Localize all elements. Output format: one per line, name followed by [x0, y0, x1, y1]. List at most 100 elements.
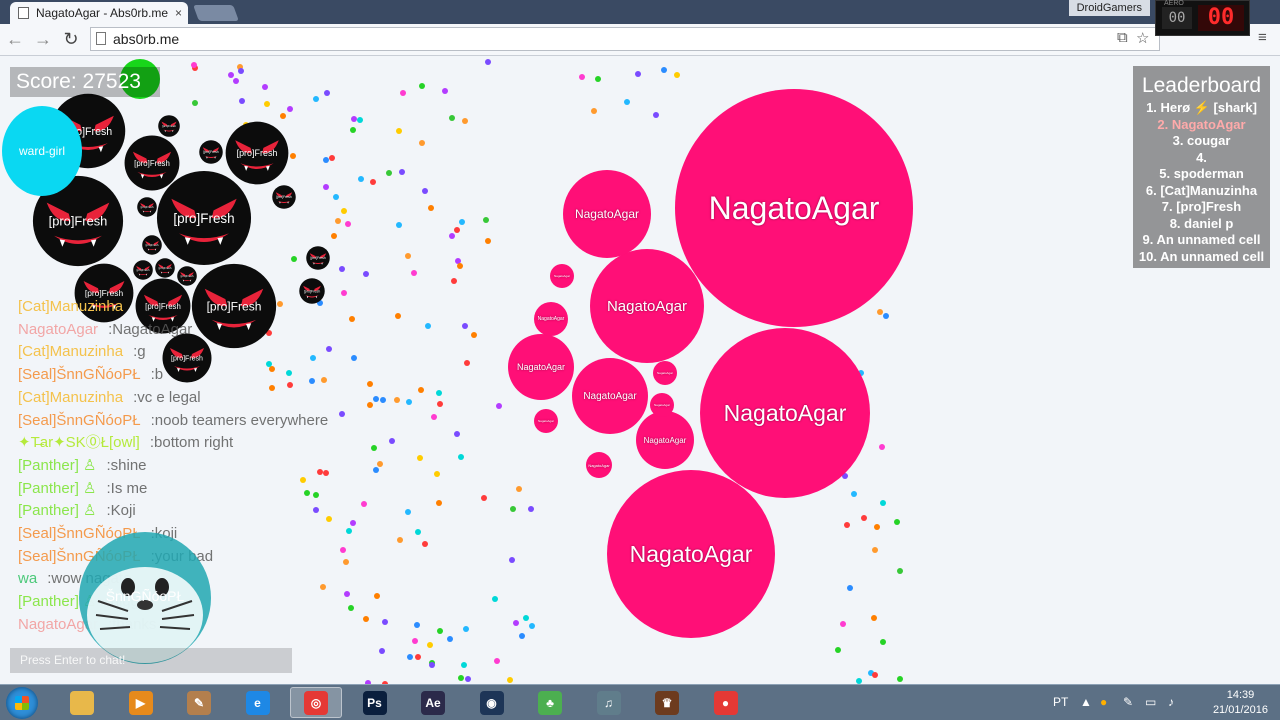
taskbar-app-audio[interactable]: ♫ [583, 687, 635, 718]
food-pellet [345, 221, 351, 227]
taskbar-app-game2[interactable]: ♛ [641, 687, 693, 718]
translate-icon[interactable]: ⧉ [1117, 29, 1128, 46]
food-pellet [264, 101, 270, 107]
enemy-cell: [pro]Fresh [142, 235, 162, 255]
food-pellet [436, 390, 442, 396]
food-pellet [485, 59, 491, 65]
tab-title: NagatoAgar - Abs0rb.me [36, 6, 169, 20]
language-indicator[interactable]: PT [1053, 695, 1068, 709]
enemy-cell-label: [pro]Fresh [134, 159, 170, 168]
food-pellet [579, 74, 585, 80]
forward-icon[interactable]: → [32, 28, 54, 50]
enemy-cell-label: [pro]Fresh [49, 214, 108, 229]
enemy-cell: [pro]Fresh [225, 121, 289, 185]
food-pellet [465, 676, 471, 682]
new-tab-button[interactable] [193, 5, 239, 21]
chat-text: :Koji [106, 502, 136, 520]
address-bar[interactable]: abs0rb.me [90, 27, 1160, 51]
volume-icon[interactable]: ♪ [1168, 695, 1174, 709]
clock[interactable]: 14:39 21/01/2016 [1213, 688, 1268, 718]
player-cell: NagatoAgar [650, 393, 674, 417]
food-pellet [897, 568, 903, 574]
food-pellet [437, 628, 443, 634]
cell-label: NagatoAgar [723, 399, 847, 426]
taskbar-app-media-player[interactable]: ▶ [115, 687, 167, 718]
enemy-cell-label: [pro]Fresh [310, 256, 325, 260]
tray-pen-icon[interactable]: ✎ [1123, 695, 1133, 709]
food-pellet [844, 522, 850, 528]
taskbar-app-paint[interactable]: ✎ [173, 687, 225, 718]
browser-toolbar: ← → ↻ abs0rb.me [0, 24, 1280, 56]
food-pellet [449, 115, 455, 121]
cell-label: NagatoAgar [588, 462, 610, 468]
cell-label: NagatoAgar [653, 403, 670, 407]
leaderboard-entry: 3. cougar [1172, 133, 1231, 148]
chat-sender: wa [18, 570, 38, 588]
leaderboard-entry: 7. [pro]Fresh [1161, 199, 1242, 214]
explorer-icon [70, 690, 94, 715]
chat-message: [Cat]Manuzinha [18, 296, 398, 319]
url-text: abs0rb.me [113, 31, 180, 47]
menu-icon[interactable]: ≡ [1258, 29, 1267, 46]
player-cell: NagatoAgar [636, 411, 694, 469]
cell-label: NagatoAgar [537, 419, 554, 423]
food-pellet [434, 471, 440, 477]
chat-message: [Cat]Manuzinha:vc e legal [18, 387, 398, 410]
enemy-cell-label: [pro]Fresh [159, 266, 172, 270]
food-pellet [363, 271, 369, 277]
tab-close-icon[interactable]: × [175, 2, 182, 24]
player-cell: NagatoAgar [653, 361, 677, 385]
start-button[interactable] [6, 687, 38, 719]
game-canvas[interactable]: [pro]Fresh [pro]Fresh [pro]Fresh [pro]Fresh… [0, 56, 1280, 684]
food-pellet [463, 626, 469, 632]
taskbar-app-chrome[interactable]: ◎ [290, 687, 342, 718]
enemy-cell: [pro]Fresh [133, 260, 153, 280]
taskbar-app-after-effects[interactable]: Ae [407, 687, 459, 718]
back-icon[interactable]: ← [4, 28, 26, 50]
taskbar-app-explorer[interactable] [56, 687, 108, 718]
chat-message: [Seal]ŠnnGÑóoPŁ:noob teamers everywhere [18, 410, 398, 433]
food-pellet [458, 675, 464, 681]
player-cell: NagatoAgar [572, 358, 648, 434]
food-pellet [528, 506, 534, 512]
reload-icon[interactable]: ↻ [60, 28, 82, 50]
chat-text: :b [150, 366, 164, 384]
seal-cell-label: ŠnnGÑóoPŁ [106, 588, 185, 604]
leaderboard-entry: 8. daniel p [1169, 215, 1234, 231]
food-pellet [428, 205, 434, 211]
food-pellet [874, 524, 880, 530]
bookmark-star-icon[interactable]: ☆ [1136, 29, 1149, 47]
food-pellet [431, 414, 437, 420]
audio-icon: ♫ [596, 690, 621, 715]
food-pellet [661, 67, 667, 73]
food-pellet [335, 218, 341, 224]
food-pellet [425, 323, 431, 329]
chat-sender: ✦T̶ar✦SK⓪Ł[owl] [18, 434, 140, 452]
food-pellet [507, 677, 513, 683]
tray-expand-icon[interactable]: ▲ [1080, 695, 1092, 709]
enemy-cell: [pro]Fresh [177, 266, 197, 286]
chat-input[interactable]: Press Enter to chat! [10, 648, 292, 673]
tray-app-icon[interactable]: ● [1100, 695, 1107, 709]
recorder-counter-left: 00 [1162, 7, 1192, 29]
taskbar-app-ie[interactable]: e [232, 687, 284, 718]
taskbar-app-photoshop[interactable]: Ps [349, 687, 401, 718]
enemy-cell-label: [pro]Fresh [146, 243, 159, 247]
chat-message: [Panther] ♙:Is me [18, 478, 398, 501]
food-pellet [462, 118, 468, 124]
enemy-cell-label: [pro]Fresh [237, 148, 278, 158]
food-pellet [861, 515, 867, 521]
food-pellet [624, 99, 630, 105]
food-pellet [370, 179, 376, 185]
food-pellet [290, 153, 296, 159]
food-pellet [323, 157, 329, 163]
food-pellet [483, 217, 489, 223]
browser-tab[interactable]: NagatoAgar - Abs0rb.me × [10, 2, 188, 24]
taskbar-app-game[interactable]: ♣ [524, 687, 576, 718]
tray-battery-icon[interactable]: ▭ [1145, 695, 1156, 709]
enemy-cell-label: [pro]Fresh [162, 124, 176, 128]
profile-name[interactable]: DroidGamers [1068, 0, 1150, 16]
taskbar-app-record[interactable]: ● [700, 687, 752, 718]
taskbar-app-cinema4d[interactable]: ◉ [466, 687, 518, 718]
food-pellet [415, 654, 421, 660]
